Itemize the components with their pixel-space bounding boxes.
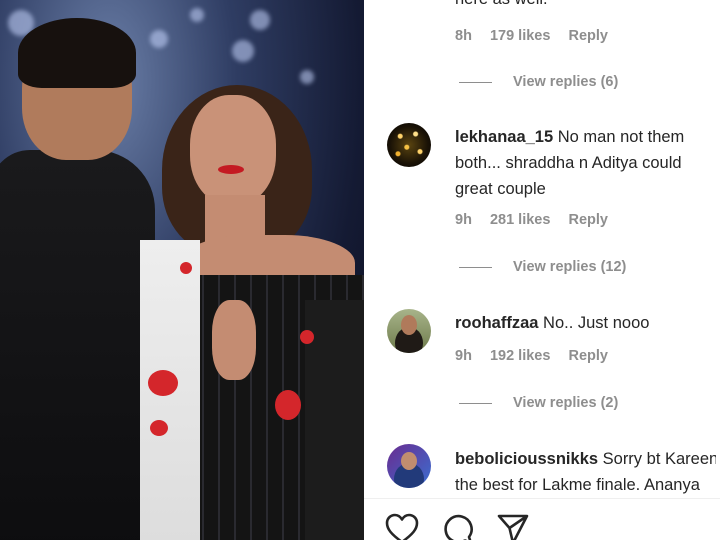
comment-line: both... shraddha n Aditya could [455, 154, 682, 172]
comment-line: here as well. [455, 0, 716, 12]
view-replies-label: View replies (2) [513, 395, 619, 411]
view-replies-label: View replies (12) [513, 259, 627, 275]
comment-time: 9h [455, 348, 472, 364]
comment-text: here as well. [455, 0, 716, 12]
comment-text: lekhanaa_15 No man not them both... shra… [455, 124, 716, 202]
comment-line: the best for Lakme finale. Ananya [455, 476, 700, 494]
comment-username[interactable]: roohaffzaa [455, 314, 538, 332]
comment-username[interactable]: bebolicioussnikks [455, 450, 598, 468]
comment-line: great couple [455, 180, 546, 198]
comment-likes[interactable]: 192 likes [490, 348, 550, 364]
comment-meta: 8h 179 likes Reply [455, 28, 622, 44]
comment-line: No.. Just nooo [538, 314, 650, 332]
comment-username[interactable]: lekhanaa_15 [455, 128, 553, 146]
reply-button[interactable]: Reply [568, 348, 608, 364]
view-replies-button[interactable]: View replies (12) [459, 259, 626, 275]
view-replies-button[interactable]: View replies (2) [459, 395, 618, 411]
comment-likes[interactable]: 281 likes [490, 212, 550, 228]
avatar[interactable] [387, 309, 431, 353]
comment-line: No man not them [553, 128, 685, 146]
comment-time: 9h [455, 212, 472, 228]
heart-icon[interactable] [385, 513, 419, 540]
comment-line: Sorry bt Kareena [598, 450, 716, 468]
post-photo [0, 0, 364, 540]
comment-text: roohaffzaa No.. Just nooo [455, 310, 716, 336]
view-replies-button[interactable]: View replies (6) [459, 74, 618, 90]
replies-divider [459, 402, 492, 404]
view-replies-label: View replies (6) [513, 74, 619, 90]
comment-icon[interactable] [441, 513, 475, 540]
paper-plane-icon[interactable] [496, 513, 530, 540]
replies-divider [459, 81, 492, 83]
comment-text: bebolicioussnikks Sorry bt Kareena the b… [455, 446, 716, 498]
avatar[interactable] [387, 444, 431, 488]
comment-meta: 9h 281 likes Reply [455, 212, 622, 228]
avatar[interactable] [387, 123, 431, 167]
reply-button[interactable]: Reply [568, 212, 608, 228]
post-action-bar [364, 498, 720, 540]
comment-likes[interactable]: 179 likes [490, 28, 550, 44]
comment-time: 8h [455, 28, 472, 44]
comment-meta: 9h 192 likes Reply [455, 348, 622, 364]
reply-button[interactable]: Reply [568, 28, 608, 44]
replies-divider [459, 266, 492, 268]
comments-list[interactable]: here as well. 8h 179 likes Reply View re… [364, 0, 720, 498]
